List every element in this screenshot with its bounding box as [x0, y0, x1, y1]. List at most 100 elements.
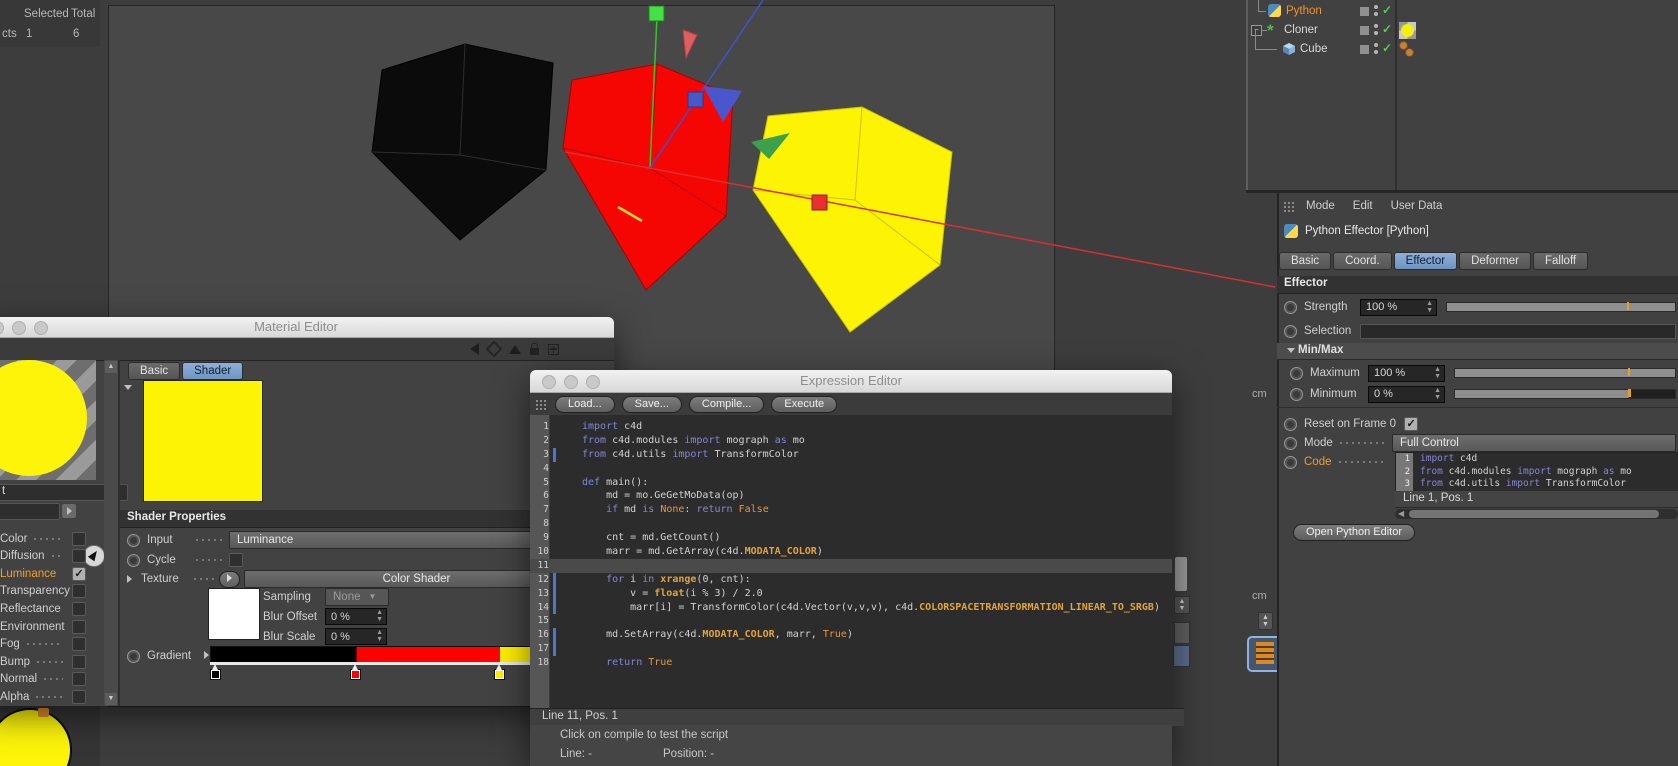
code-line-3[interactable]: 3 from c4d.utils import TransformColor	[1396, 478, 1678, 491]
code-line-10[interactable]: 10 marr = md.GetArray(c4d.MODATA_COLOR)	[530, 545, 1172, 559]
minimum-input[interactable]: 0 % ▲ ▼	[1368, 385, 1445, 403]
enabled-check-icon[interactable]: ✓	[1382, 3, 1392, 17]
keyframe-radio-icon[interactable]	[1290, 387, 1303, 401]
reset-checkbox[interactable]	[1404, 417, 1419, 431]
zoom-button[interactable]	[34, 321, 48, 335]
layer-toggle-icon[interactable]	[1360, 7, 1369, 16]
zoom-button[interactable]	[586, 375, 600, 389]
effector-section-header[interactable]: Effector	[1277, 276, 1678, 294]
code-line-14[interactable]: 14 marr[i] = TransformColor(c4d.Vector(v…	[530, 600, 1172, 615]
stepper-icon[interactable]: ▲ ▼	[376, 609, 383, 623]
menu-edit[interactable]: Edit	[1353, 200, 1373, 212]
mode-dropdown[interactable]: Full Control	[1392, 434, 1676, 452]
channel-checkbox[interactable]	[72, 566, 86, 581]
code-line-6[interactable]: 6 md = mo.GeGetMoData(op)	[530, 489, 1172, 503]
channel-bump[interactable]: Bump	[0, 653, 86, 670]
code-line-2[interactable]: 2 from c4d.modules import mograph as mo	[530, 434, 1172, 448]
minimum-slider[interactable]	[1454, 389, 1676, 399]
expand-triangle-icon[interactable]	[127, 575, 132, 583]
object-row-python[interactable]: Python ✓	[1248, 0, 1678, 21]
enable-dot-icon[interactable]	[1374, 24, 1378, 28]
object-name[interactable]: Cloner	[1284, 24, 1318, 36]
expand-triangle-icon[interactable]	[204, 651, 209, 659]
maximum-input[interactable]: 100 % ▲ ▼	[1368, 364, 1445, 382]
keyframe-radio-icon[interactable]	[127, 533, 140, 547]
code-line-17[interactable]: 17	[530, 642, 1172, 657]
keyframe-radio-icon[interactable]	[127, 553, 140, 567]
tag-icon[interactable]	[1405, 48, 1414, 57]
save-button[interactable]: Save...	[621, 395, 682, 413]
panel-widget[interactable]	[1173, 645, 1190, 667]
close-button[interactable]	[542, 375, 556, 389]
gradient-knot[interactable]	[209, 664, 221, 680]
menu-user-data[interactable]: User Data	[1391, 200, 1443, 212]
code-line-4[interactable]: 4	[530, 462, 1172, 476]
enable-dot-icon[interactable]	[1374, 12, 1378, 16]
code-line-18[interactable]: 18 return True	[530, 656, 1172, 670]
open-python-editor-button[interactable]: Open Python Editor	[1293, 524, 1416, 541]
enable-dot-icon[interactable]	[1374, 31, 1378, 35]
enable-dot-icon[interactable]	[1374, 50, 1378, 54]
keyframe-radio-icon[interactable]	[1284, 324, 1297, 338]
keyframe-radio-icon[interactable]	[1284, 300, 1297, 314]
collapse-triangle-icon[interactable]	[124, 385, 132, 390]
channel-environment[interactable]: Environment	[0, 618, 86, 635]
blur-offset-input[interactable]: 0 % ▲ ▼	[325, 608, 387, 625]
stepper-icon[interactable]: ▲ ▼	[1434, 366, 1441, 380]
shader-swatch[interactable]	[208, 588, 260, 640]
strength-input[interactable]: 100 % ▲ ▼	[1360, 298, 1437, 316]
channel-color[interactable]: Color	[0, 530, 86, 547]
texture-tag-icon[interactable]	[1399, 22, 1416, 39]
cycle-checkbox[interactable]	[229, 553, 243, 567]
code-line-12[interactable]: 12 for i in xrange(0, cnt):	[530, 572, 1172, 587]
tab-shader[interactable]: Shader	[182, 362, 244, 380]
code-line-11[interactable]: 11	[530, 558, 1172, 573]
prev-icon[interactable]	[470, 343, 479, 355]
me-v-scrollbar[interactable]: ▲ ▼	[104, 360, 118, 706]
drag-handle-icon[interactable]	[535, 398, 548, 410]
compile-button[interactable]: Compile...	[688, 395, 765, 413]
layer-toggle-icon[interactable]	[1360, 26, 1369, 35]
maximum-slider[interactable]	[1454, 368, 1676, 378]
scroll-up-icon[interactable]: ▲	[105, 361, 117, 373]
channel-fog[interactable]: Fog	[0, 636, 86, 653]
stepper-icon[interactable]: ▲ ▼	[1258, 612, 1273, 630]
channel-checkbox[interactable]	[72, 654, 86, 669]
code-line-9[interactable]: 9 cnt = md.GetCount()	[530, 531, 1172, 545]
code-line-13[interactable]: 13 v = float(i % 3) / 2.0	[530, 586, 1172, 601]
code-line-1[interactable]: 1 import c4d	[1396, 453, 1678, 466]
channel-checkbox[interactable]	[72, 601, 86, 616]
gradient-knot[interactable]	[493, 664, 505, 680]
code-line-8[interactable]: 8	[530, 517, 1172, 531]
tab-coord[interactable]: Coord.	[1333, 252, 1392, 270]
stepper-icon[interactable]: ▲ ▼	[376, 629, 383, 643]
minmax-header[interactable]: Min/Max	[1277, 343, 1678, 360]
channel-checkbox[interactable]	[72, 689, 86, 704]
stepper-icon[interactable]: ▲ ▼	[1426, 300, 1433, 314]
menu-mode[interactable]: Mode	[1306, 200, 1335, 212]
code-line-2[interactable]: 2 from c4d.modules import mograph as mo	[1396, 465, 1678, 479]
channel-normal[interactable]: Normal	[0, 671, 86, 688]
drag-handle-icon[interactable]	[1283, 200, 1296, 212]
add-icon[interactable]	[548, 343, 559, 355]
code-h-scrollbar[interactable]: ◀	[1395, 509, 1678, 519]
strength-slider[interactable]	[1446, 302, 1676, 312]
keyframe-radio-icon[interactable]	[1284, 417, 1297, 431]
material-preview[interactable]	[0, 360, 96, 480]
diamond-icon[interactable]	[485, 340, 503, 358]
stepper-icon[interactable]: ▲ ▼	[1434, 387, 1441, 401]
stepper-icon[interactable]: ▲ ▼	[1174, 596, 1190, 614]
channel-transparency[interactable]: Transparency	[0, 583, 86, 600]
channel-checkbox[interactable]	[72, 637, 86, 652]
tab-falloff[interactable]: Falloff	[1533, 252, 1589, 270]
channel-diffusion[interactable]: Diffusion	[0, 548, 86, 565]
code-preview-box[interactable]: 1 import c4d 2 from c4d.modules import mogr…	[1395, 452, 1678, 492]
tab-basic[interactable]: Basic	[1279, 252, 1332, 270]
code-line-1[interactable]: 1 import c4d	[530, 420, 1172, 434]
minimize-button[interactable]	[12, 321, 26, 335]
code-line-16[interactable]: 16 md.SetArray(c4d.MODATA_COLOR, marr, T…	[530, 628, 1172, 643]
channel-checkbox[interactable]	[72, 672, 86, 687]
tab-effector[interactable]: Effector	[1393, 252, 1458, 270]
close-button[interactable]	[0, 321, 4, 335]
code-line-5[interactable]: 5 def main():	[530, 476, 1172, 490]
